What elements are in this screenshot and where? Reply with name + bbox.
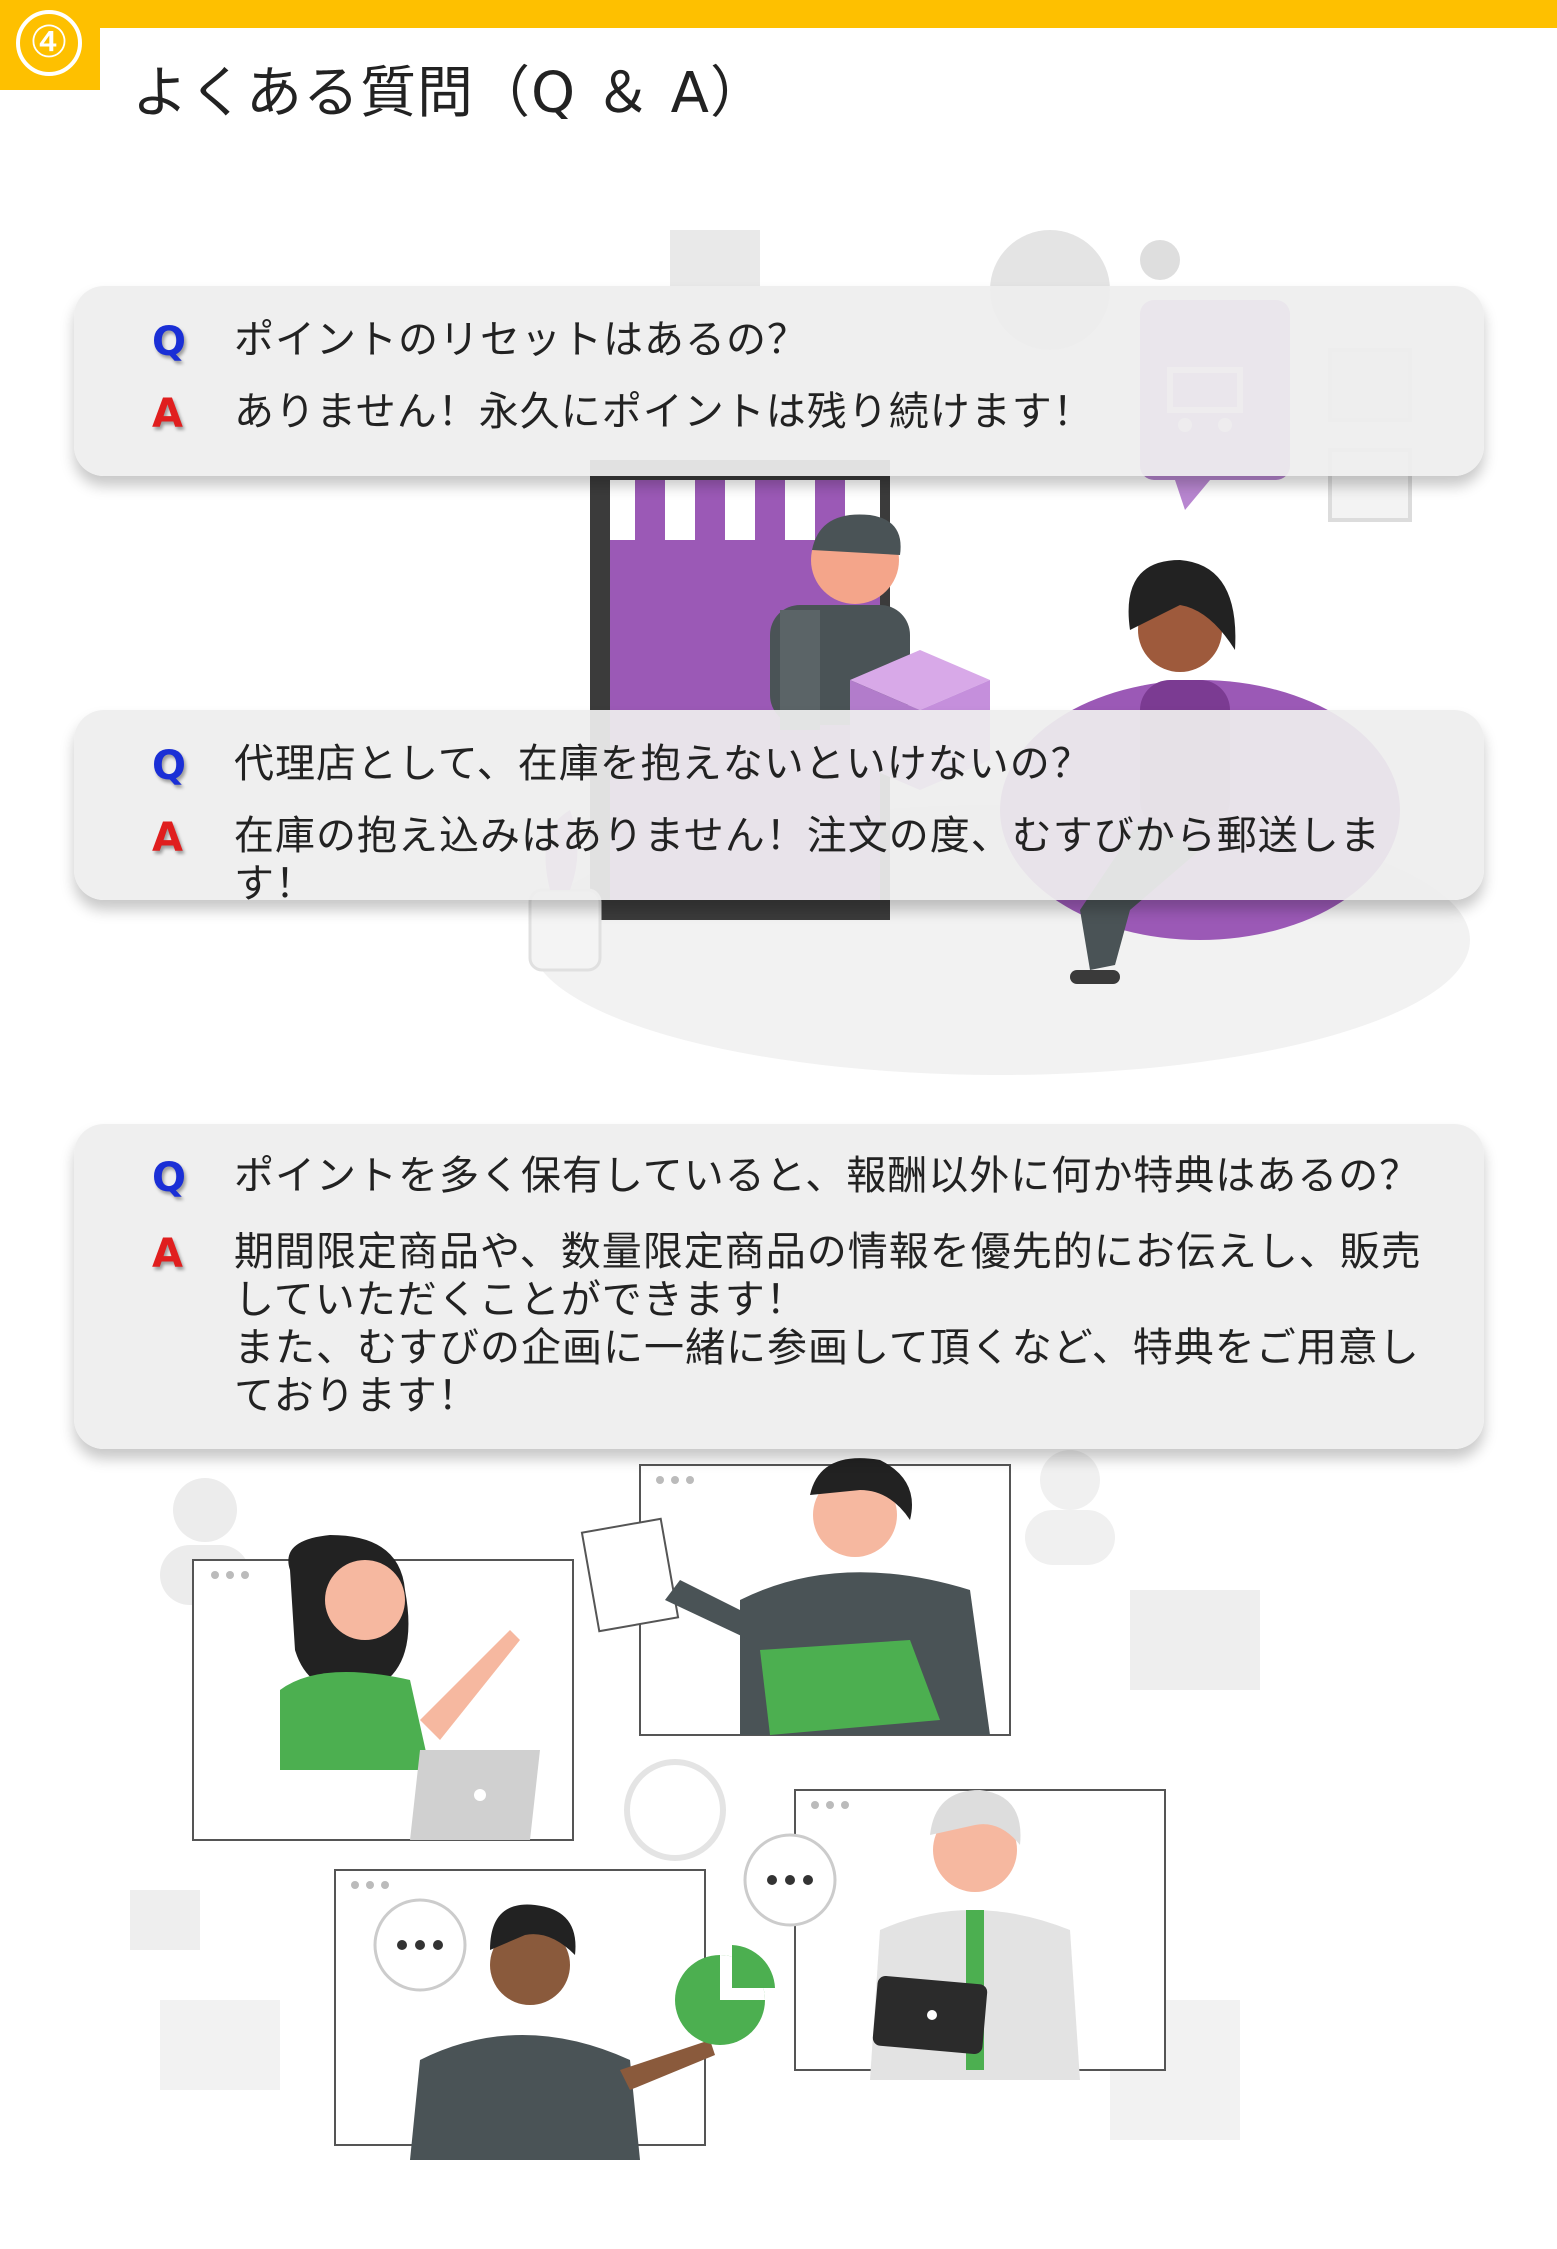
faq-card-2: Q 代理店として、在庫を抱えないといけないの？ A 在庫の抱え込みはありません！…	[74, 710, 1484, 907]
answer-text: ありません！永久にポイントは残り続けます！	[234, 388, 1094, 436]
faq-card-1: Q ポイントのリセットはあるの？ A ありません！永久にポイントは残り続けます！	[74, 286, 1484, 476]
faq-answer-row: A 在庫の抱え込みはありません！注文の度、むすびから郵送します！	[152, 812, 1444, 908]
section-number-badge: ④	[0, 0, 100, 90]
faq-card-3: Q ポイントを多く保有していると、報酬以外に何か特典はあるの？ A 期間限定商品…	[74, 1124, 1484, 1449]
faq-answer-row: A 期間限定商品や、数量限定商品の情報を優先的にお伝えし、販売 していただくこと…	[152, 1228, 1444, 1420]
faq-answer-row: A ありません！永久にポイントは残り続けます！	[152, 388, 1444, 440]
answer-line: ありません！永久にポイントは残り続けます！	[234, 389, 1094, 435]
answer-mark-label: A	[152, 815, 183, 861]
answer-text: 在庫の抱え込みはありません！注文の度、むすびから郵送します！	[234, 812, 1444, 908]
answer-line: していただくことができます！	[234, 1277, 807, 1323]
question-text: ポイントのリセットはあるの？	[234, 317, 808, 363]
faq-question-row: Q 代理店として、在庫を抱えないといけないの？	[152, 740, 1444, 792]
question-text: 代理店として、在庫を抱えないといけないの？	[234, 741, 1092, 787]
answer-mark-label: A	[152, 1231, 183, 1277]
answer-text: 期間限定商品や、数量限定商品の情報を優先的にお伝えし、販売 していただくことがで…	[234, 1228, 1422, 1420]
answer-line: また、むすびの企画に一緒に参画して頂くなど、特典をご用意し	[234, 1325, 1420, 1371]
question-mark-label: Q	[152, 743, 187, 789]
page-title: よくある質問（Q ＆ A）	[132, 61, 767, 126]
answer-line: 期間限定商品や、数量限定商品の情報を優先的にお伝えし、販売	[234, 1229, 1422, 1275]
faq-question-row: Q ポイントのリセットはあるの？	[152, 316, 1444, 368]
answer-line: ております！	[234, 1373, 479, 1419]
faq-question-row: Q ポイントを多く保有していると、報酬以外に何か特典はあるの？	[152, 1152, 1444, 1204]
question-mark-label: Q	[152, 1155, 187, 1201]
answer-mark-label: A	[152, 391, 183, 437]
question-text: ポイントを多く保有していると、報酬以外に何か特典はあるの？	[234, 1153, 1421, 1199]
question-mark-label: Q	[152, 319, 187, 365]
section-number: ④	[16, 10, 82, 76]
header-accent-bar	[0, 0, 1557, 28]
answer-line: 在庫の抱え込みはありません！注文の度、むすびから郵送します！	[234, 813, 1381, 907]
video-conference-illustration	[130, 1450, 1260, 2160]
